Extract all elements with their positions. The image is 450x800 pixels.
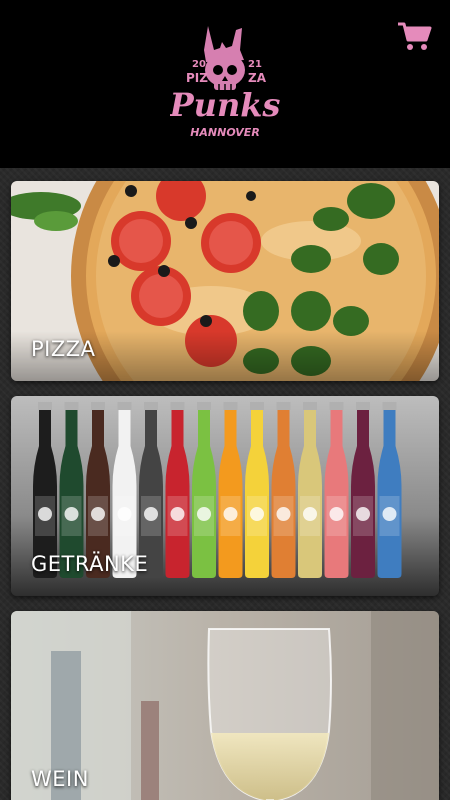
pizza-punks-logo[interactable]: 20 21 PIZ ZA Punks HANNOVER: [170, 20, 280, 144]
app-screen: 20 21 PIZ ZA Punks HANNOVER PIZZA GETRÄN…: [0, 0, 450, 800]
app-header: 20 21 PIZ ZA Punks HANNOVER: [0, 0, 450, 168]
shopping-cart-icon: [398, 22, 432, 50]
logo-year-left: 20: [192, 59, 206, 70]
skull-rock-hand-icon: 20 21 PIZ ZA Punks HANNOVER: [170, 26, 280, 139]
category-label-pizza: PIZZA: [31, 337, 96, 361]
logo-city: HANNOVER: [190, 126, 260, 139]
category-tile-getraenke[interactable]: GETRÄNKE: [11, 396, 439, 596]
logo-brand: Punks: [170, 86, 280, 124]
logo-za: ZA: [248, 71, 267, 85]
category-label-wein: WEIN: [31, 767, 89, 791]
cart-button[interactable]: [396, 18, 432, 54]
category-label-getraenke: GETRÄNKE: [31, 552, 149, 576]
logo-piz: PIZ: [186, 71, 208, 85]
category-tile-wein[interactable]: WEIN: [11, 611, 439, 800]
category-tile-pizza[interactable]: PIZZA: [11, 181, 439, 381]
logo-year-right: 21: [248, 59, 262, 70]
